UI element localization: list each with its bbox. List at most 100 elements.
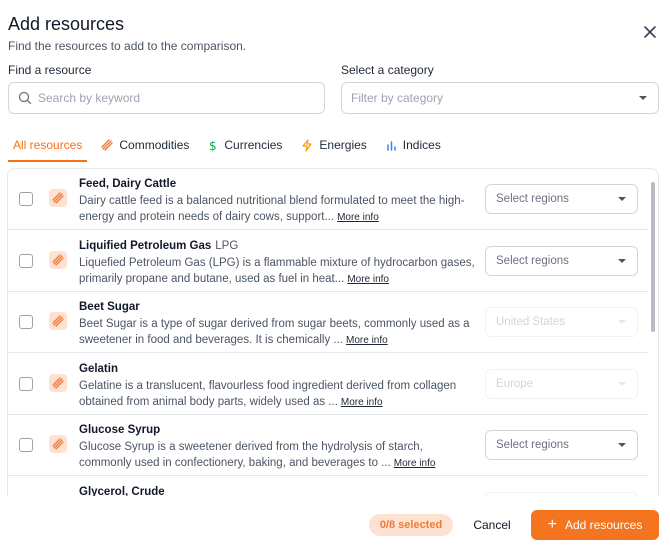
bar-chart-icon [387, 140, 396, 151]
resource-row[interactable]: Liquified Petroleum Gas LPG Liquefied Petr… [8, 231, 648, 292]
commodity-icon [101, 139, 114, 151]
description-line: energy and protein needs of dairy cows, … [79, 211, 335, 223]
caret-down-icon [639, 96, 647, 100]
dialog-title: Add resources [8, 14, 125, 34]
resource-title: Gelatin [79, 363, 118, 375]
description-line: Glucose Syrup is a sweetener derived fro… [79, 441, 423, 453]
cancel-button[interactable]: Cancel [462, 513, 522, 537]
add-resources-button[interactable]: + Add resources [531, 510, 659, 540]
tab-all-resources[interactable]: All resources [8, 136, 88, 162]
plus-icon: + [547, 516, 557, 533]
region-value: Select regions [496, 193, 569, 205]
description-line: sweetener in food and beverages. It is c… [79, 334, 344, 346]
tab-commodities[interactable]: Commodities [101, 136, 189, 154]
description-line: primarily propane and butane, used as fu… [79, 272, 345, 285]
close-button[interactable] [640, 22, 660, 42]
description-line: Liquefied Petroleum Gas (LPG) is a flamm… [79, 256, 475, 269]
dialog-subtitle: Find the resources to add to the compari… [8, 39, 247, 53]
tab-indices[interactable]: Indices [386, 136, 441, 154]
region-select[interactable]: Select regions [485, 245, 638, 276]
commodity-icon [49, 435, 67, 453]
resource-name: Beet Sugar [79, 301, 140, 313]
resource-tabs: All resources Commodities $ Currencies E… [8, 136, 460, 162]
region-select: Europe [485, 368, 638, 399]
selected-count-badge: 0/8 selected [369, 514, 453, 536]
region-value: Europe [496, 377, 534, 390]
resource-row[interactable]: Glycerol, Crude [8, 477, 648, 497]
resource-name: Glucose Syrup [79, 424, 161, 436]
more-info-link[interactable]: More info [341, 397, 383, 408]
region-value: Select regions [496, 254, 569, 267]
resource-description: Gelatine is a translucent, flavourless f… [79, 378, 479, 411]
caret-down-icon [618, 197, 626, 201]
resource-description: Dairy cattle feed is a balanced nutritio… [79, 193, 479, 226]
more-info-link[interactable]: More info [346, 335, 388, 346]
tab-label: All resources [13, 138, 83, 152]
dollar-icon: $ [209, 139, 217, 152]
category-select[interactable]: Filter by category [341, 82, 659, 114]
resource-row[interactable]: Glucose Syrup Glucose Syrup is a sweetene… [8, 415, 648, 476]
resource-row[interactable]: Beet Sugar Beet Sugar is a type of sugar … [8, 292, 648, 353]
resource-checkbox[interactable] [19, 438, 33, 452]
resource-description: Liquefied Petroleum Gas (LPG) is a flamm… [79, 255, 479, 288]
resource-name: Feed, Dairy Cattle [79, 178, 177, 190]
commodity-icon [49, 250, 67, 269]
commodity-icon [49, 312, 67, 330]
region-value: United States [496, 316, 566, 328]
resource-title: Glucose Syrup [79, 424, 160, 436]
resource-description: Beet Sugar is a type of sugar derived fr… [79, 316, 479, 349]
resource-name: Liquified Petroleum Gas [79, 239, 212, 252]
scrollbar-thumb[interactable] [651, 182, 655, 332]
region-select: United States [485, 307, 638, 337]
region-select[interactable]: Select regions [485, 430, 638, 460]
close-icon [644, 26, 656, 38]
caret-down-icon [618, 258, 626, 263]
resource-row[interactable]: Gelatin Gelatine is a translucent, flavou… [8, 354, 648, 415]
commodity-icon [49, 189, 67, 207]
commodity-icon [49, 373, 67, 392]
description-line: obtained from animal body parts, widely … [79, 395, 338, 408]
resource-row[interactable]: Feed, Dairy Cattle Dairy cattle feed is a… [8, 169, 648, 230]
dialog-header: Add resources Find the resources to add … [8, 14, 246, 53]
resource-title: Beet Sugar [79, 301, 140, 313]
resource-title: Feed, Dairy Cattle [79, 178, 176, 190]
resource-checkbox[interactable] [19, 315, 33, 329]
description-line: commonly used in confectionery, baking, … [79, 457, 391, 469]
region-select[interactable]: Select regions [485, 184, 638, 214]
caret-down-icon [618, 381, 626, 386]
lightning-icon [302, 138, 313, 152]
resource-title: Glycerol, Crude [79, 486, 165, 497]
resource-name: Gelatin [79, 362, 118, 375]
resource-name: Glycerol, Crude [79, 485, 165, 497]
more-info-link[interactable]: More info [337, 212, 379, 223]
resource-list[interactable]: Feed, Dairy Cattle Dairy cattle feed is a… [7, 168, 659, 496]
region-select [485, 491, 638, 496]
region-value: Select regions [496, 439, 569, 451]
category-label: Select a category [341, 63, 434, 77]
resource-checkbox[interactable] [19, 192, 33, 206]
description-line: Gelatine is a translucent, flavourless f… [79, 379, 457, 392]
tab-label: Energies [319, 138, 367, 152]
tab-label: Commodities [119, 138, 190, 152]
category-placeholder: Filter by category [351, 91, 444, 105]
search-icon [18, 91, 32, 105]
search-input[interactable]: Search by keyword [8, 82, 325, 114]
search-label: Find a resource [8, 63, 92, 77]
resource-abbreviation: LPG [215, 239, 239, 252]
search-placeholder: Search by keyword [38, 91, 141, 105]
resource-checkbox[interactable] [19, 376, 33, 391]
tab-energies[interactable]: Energies [301, 136, 367, 154]
tab-label: Currencies [224, 138, 283, 152]
description-line: Beet Sugar is a type of sugar derived fr… [79, 318, 470, 330]
more-info-link[interactable]: More info [347, 274, 389, 285]
resource-description: Glucose Syrup is a sweetener derived fro… [79, 439, 479, 472]
description-line: Dairy cattle feed is a balanced nutritio… [79, 195, 465, 207]
add-resources-label: Add resources [564, 518, 643, 532]
tab-label: Indices [402, 138, 441, 152]
tab-currencies[interactable]: $ Currencies [208, 136, 282, 154]
caret-down-icon [618, 320, 626, 324]
resource-checkbox[interactable] [19, 253, 33, 268]
more-info-link[interactable]: More info [394, 458, 436, 469]
resource-title: Liquified Petroleum Gas LPG [79, 240, 238, 252]
svg-text:$: $ [209, 139, 217, 152]
